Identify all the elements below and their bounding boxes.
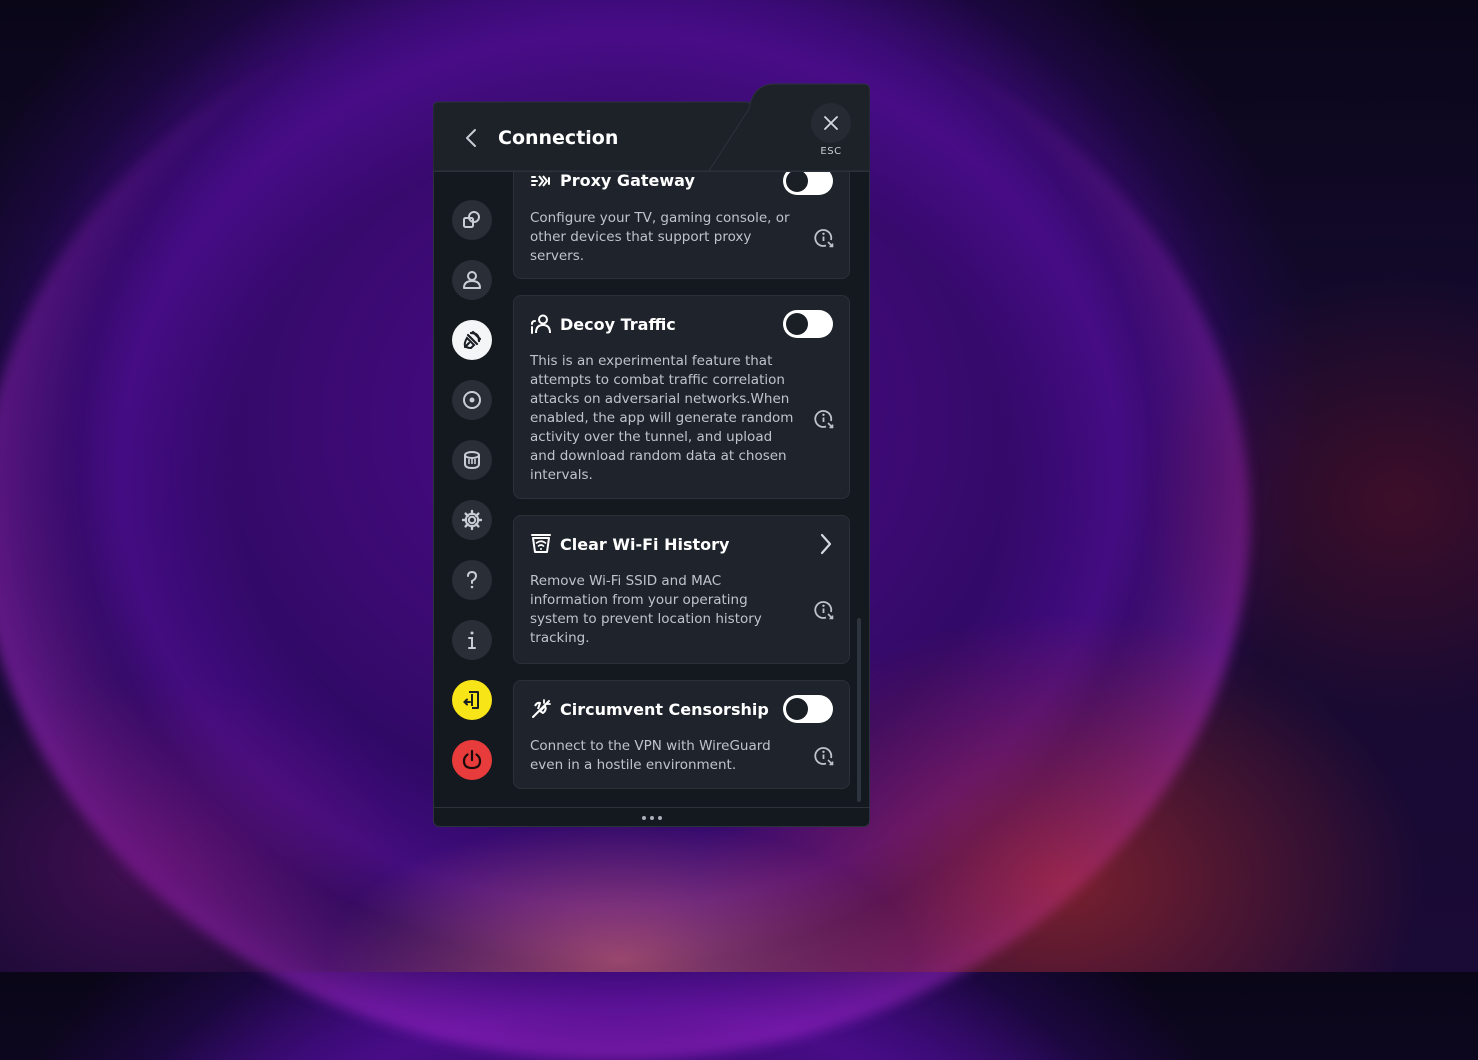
sidebar-item-sign-out[interactable]: [452, 680, 492, 720]
sidebar-item-robert[interactable]: [452, 440, 492, 480]
card-title: Decoy Traffic: [560, 315, 676, 334]
card-description: Connect to the VPN with WireGuard even i…: [530, 738, 771, 773]
settings-list: Proxy Gateway Configure your TV, gaming …: [513, 172, 851, 802]
card-description: This is an experimental feature that att…: [530, 353, 794, 483]
info-link-icon[interactable]: [813, 408, 835, 430]
card-title: Clear Wi-Fi History: [560, 535, 730, 554]
power-icon: [462, 749, 482, 770]
chevron-right-icon[interactable]: [816, 532, 836, 556]
card-proxy-gateway: Proxy Gateway Configure your TV, gaming …: [513, 172, 850, 279]
card-title: Circumvent Censorship: [560, 700, 769, 719]
sidebar-item-preferences[interactable]: [452, 500, 492, 540]
chevron-left-icon: [466, 129, 476, 147]
decoy-traffic-toggle[interactable]: [783, 310, 833, 338]
sign-out-icon: [463, 691, 479, 709]
proxy-gateway-toggle[interactable]: [783, 172, 833, 195]
card-description: Remove Wi-Fi SSID and MAC information fr…: [530, 573, 762, 646]
card-description: Configure your TV, gaming console, or ot…: [530, 210, 790, 264]
info-link-icon[interactable]: [813, 745, 835, 767]
circumvent-censorship-icon: [530, 697, 552, 719]
esc-hint: ESC: [820, 146, 842, 157]
sidebar-item-quit[interactable]: [452, 740, 492, 780]
devices-icon: [463, 211, 480, 228]
location-target-icon: [463, 391, 481, 409]
card-clear-wifi-history[interactable]: Clear Wi-Fi History Remove Wi-Fi SSID an…: [513, 515, 850, 664]
sidebar-item-location[interactable]: [452, 380, 492, 420]
card-decoy-traffic: Decoy Traffic This is an experimental fe…: [513, 295, 850, 499]
close-button[interactable]: [811, 103, 851, 143]
sidebar-item-devices[interactable]: [452, 200, 492, 240]
page-title: Connection: [498, 127, 619, 149]
scrollbar[interactable]: [857, 618, 861, 802]
window-footer: [433, 807, 870, 827]
about-info-icon: [468, 631, 476, 649]
account-icon: [463, 271, 481, 289]
circumvent-censorship-toggle[interactable]: [783, 695, 833, 723]
proxy-gateway-icon: [530, 172, 552, 192]
info-link-icon[interactable]: [813, 599, 835, 621]
decoy-traffic-icon: [530, 313, 552, 335]
wifi-clear-icon: [530, 532, 552, 554]
connection-plug-icon: [463, 330, 482, 350]
info-link-icon[interactable]: [813, 227, 835, 249]
sidebar-item-connection[interactable]: [452, 320, 492, 360]
more-options-dots-icon[interactable]: [641, 815, 662, 820]
sidebar-item-account[interactable]: [452, 260, 492, 300]
sidebar-item-help[interactable]: [452, 560, 492, 600]
robert-dns-icon: [464, 451, 480, 470]
gear-icon: [461, 509, 483, 531]
card-title: Proxy Gateway: [560, 172, 695, 190]
back-button[interactable]: [459, 123, 483, 153]
card-circumvent-censorship: Circumvent Censorship Connect to the VPN…: [513, 680, 850, 789]
help-icon: [467, 570, 478, 589]
close-icon: [824, 116, 838, 130]
preferences-window: Connection ESC Proxy Gateway Configure y…: [433, 83, 870, 827]
sidebar-item-about[interactable]: [452, 620, 492, 660]
